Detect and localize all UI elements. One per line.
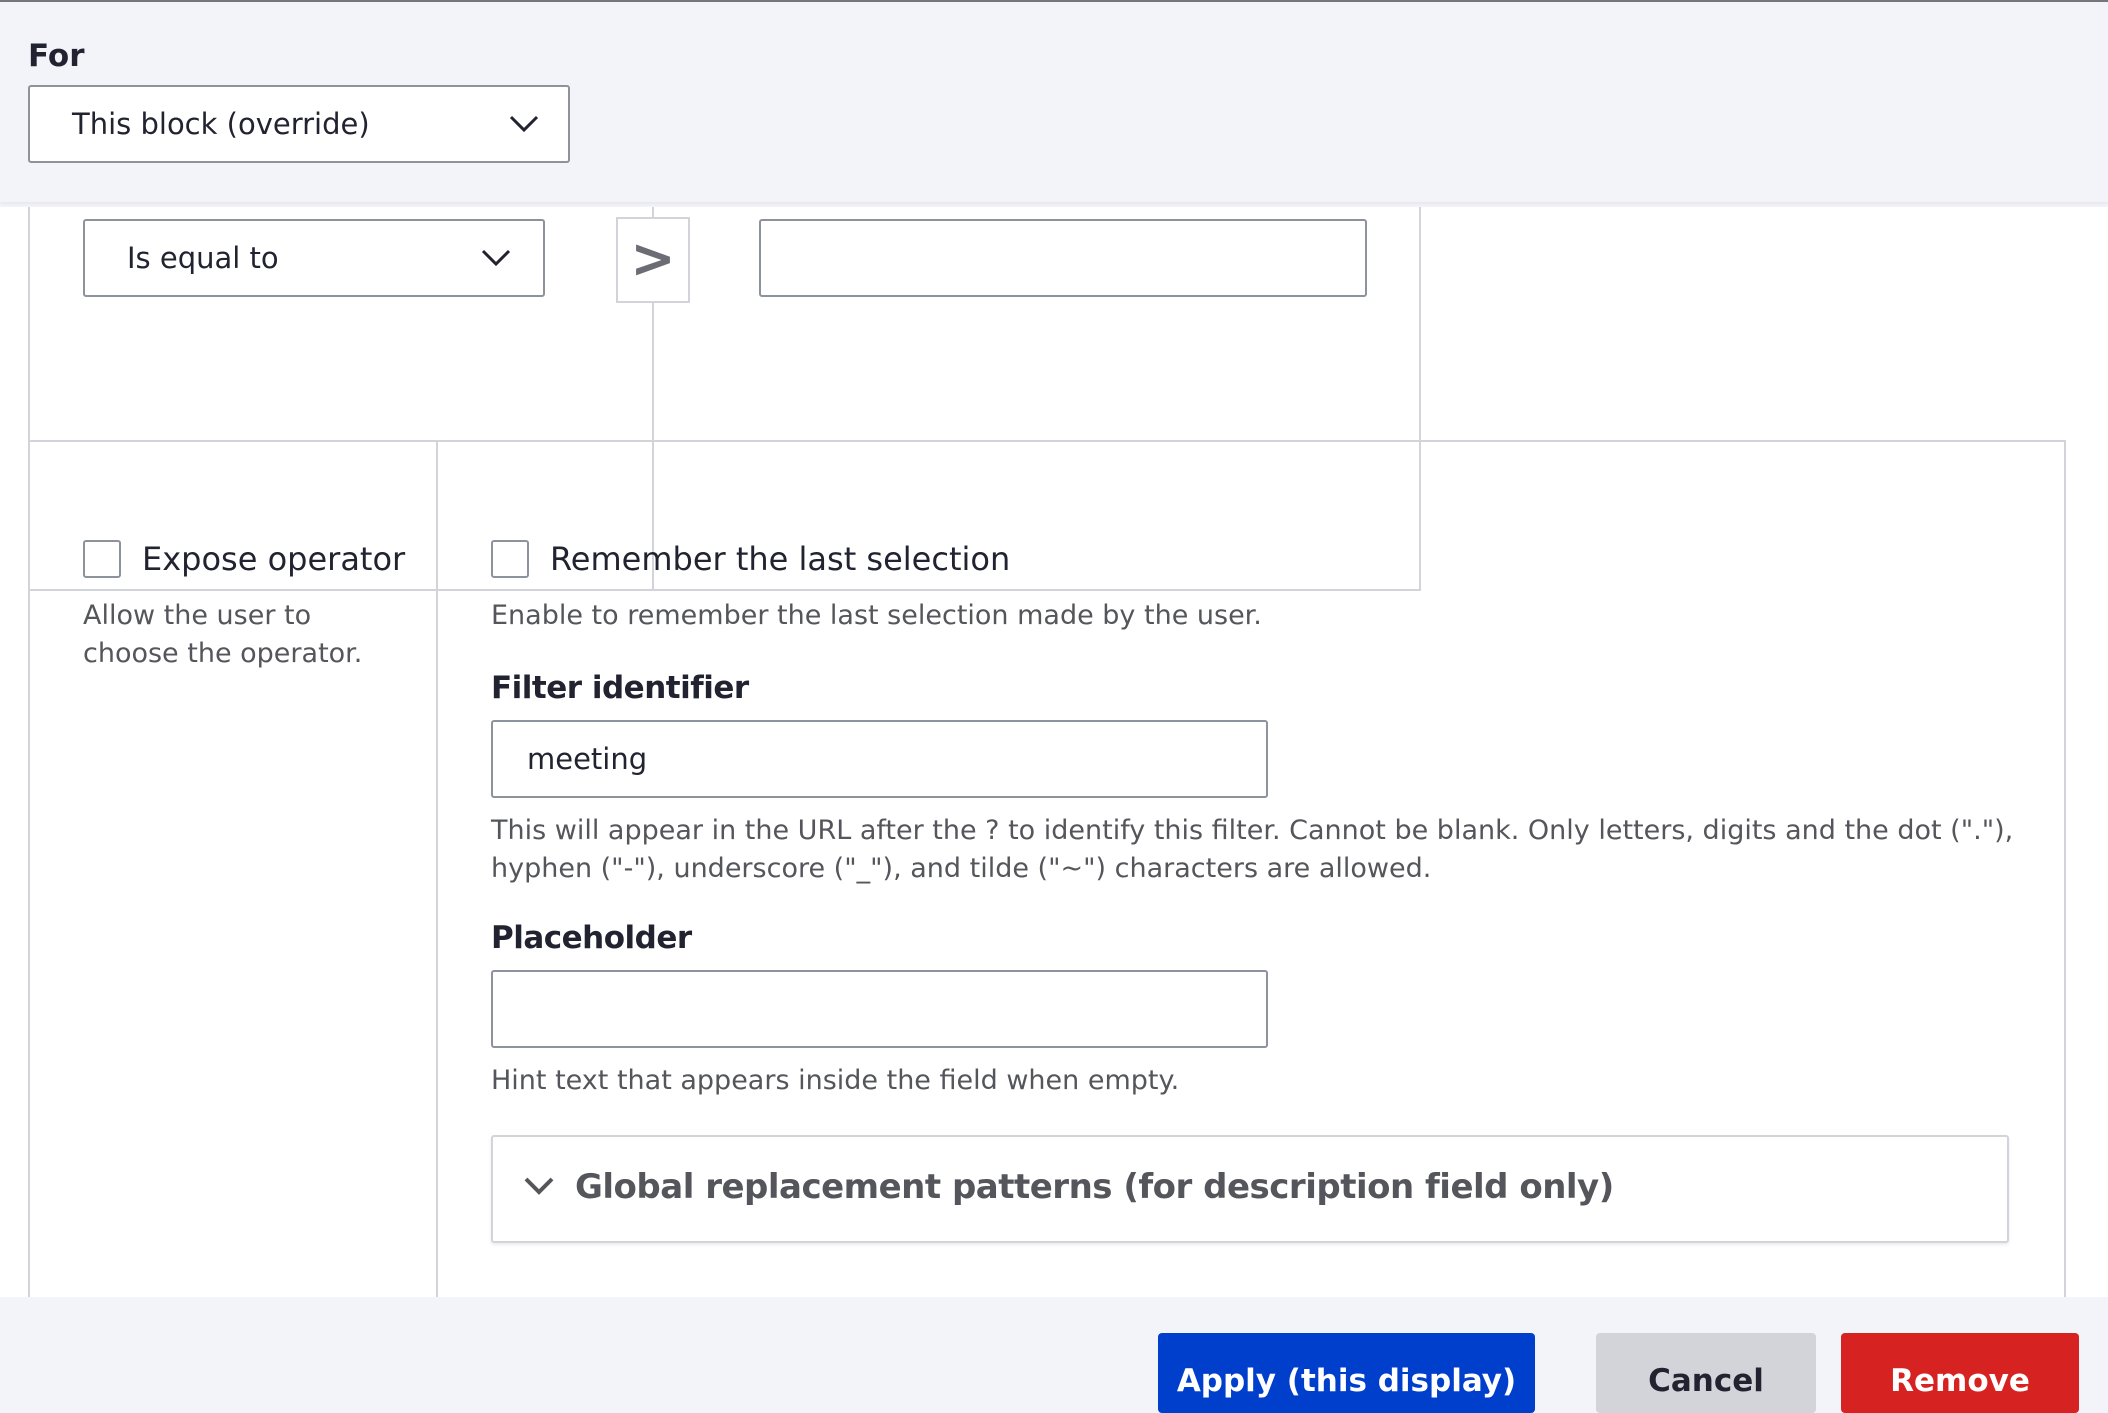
global-replacement-patterns-details[interactable]: Global replacement patterns (for descrip… — [491, 1135, 2009, 1243]
operator-select-value: Is equal to — [127, 241, 279, 275]
operator-select[interactable]: Is equal to — [83, 219, 545, 297]
placeholder-label: Placeholder — [491, 920, 692, 956]
dialog-footer: Apply (this display) Cancel Remove — [0, 1297, 2108, 1413]
apply-button[interactable]: Apply (this display) — [1158, 1333, 1535, 1413]
filter-identifier-description-line: hyphen ("-"), underscore ("_"), and tild… — [491, 853, 1432, 884]
expose-operator-checkbox[interactable] — [83, 540, 121, 578]
expose-operator-description-line: Allow the user to — [83, 600, 312, 631]
filter-identifier-input[interactable]: meeting — [491, 720, 1268, 798]
remember-selection-description: Enable to remember the last selection ma… — [491, 600, 1262, 631]
filter-identifier-description: This will appear in the URL after the ? … — [491, 812, 2013, 888]
for-select-value: This block (override) — [72, 107, 370, 141]
global-replacement-patterns-summary: Global replacement patterns (for descrip… — [575, 1167, 1614, 1207]
for-select[interactable]: This block (override) — [28, 85, 570, 163]
chevron-down-icon — [509, 115, 539, 133]
for-label: For — [28, 38, 85, 74]
expose-fieldset-divider — [436, 442, 438, 1297]
filter-identifier-description-line: This will appear in the URL after the ? … — [491, 815, 2014, 846]
placeholder-description: Hint text that appears inside the field … — [491, 1065, 1180, 1096]
chevron-down-icon — [524, 1177, 554, 1195]
placeholder-input[interactable] — [491, 970, 1268, 1048]
expose-operator-description-line: choose the operator. — [83, 638, 363, 669]
filter-value-input[interactable] — [759, 219, 1367, 297]
remember-selection-checkbox[interactable] — [491, 540, 529, 578]
chevron-down-icon — [481, 249, 511, 267]
filter-identifier-label: Filter identifier — [491, 670, 749, 706]
remember-selection-label: Remember the last selection — [550, 540, 1011, 578]
hide-description-arrow-button[interactable]: > — [616, 217, 690, 303]
form-content: Is equal to > Expose operator Allow the … — [0, 207, 2108, 1297]
expose-operator-description: Allow the user to choose the operator. — [83, 597, 362, 673]
dialog-header: For This block (override) — [0, 2, 2108, 202]
cancel-button[interactable]: Cancel — [1596, 1333, 1816, 1413]
remove-button[interactable]: Remove — [1841, 1333, 2079, 1413]
expose-operator-label: Expose operator — [142, 540, 406, 578]
